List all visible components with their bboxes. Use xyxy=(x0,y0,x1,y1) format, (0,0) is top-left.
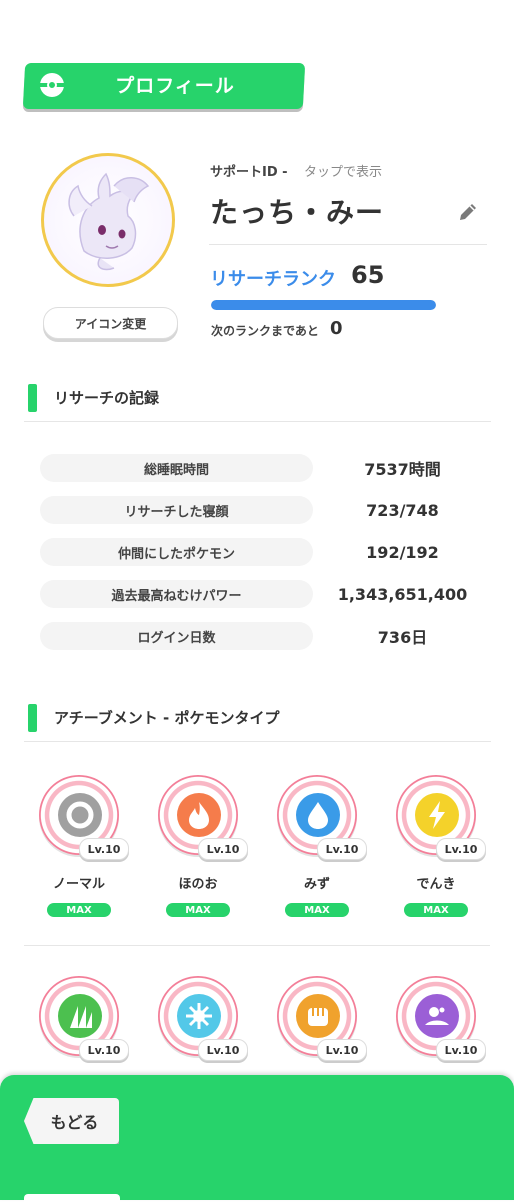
section-divider xyxy=(24,421,491,422)
grass-type-icon xyxy=(58,994,102,1038)
fighting-type-icon xyxy=(296,994,340,1038)
stat-label: リサーチした寝顔 xyxy=(40,496,313,524)
water-type-icon xyxy=(296,793,340,837)
rank-progress-bar xyxy=(211,300,436,310)
stat-row-total-sleep: 総睡眠時間 7537時間 xyxy=(40,454,480,482)
achievement-level: Lv.10 xyxy=(317,838,367,860)
achievement-name: ノーマル xyxy=(52,877,105,892)
stat-label: 過去最高ねむけパワー xyxy=(40,580,313,608)
back-button[interactable]: もどる xyxy=(24,1098,119,1144)
achievement-fire[interactable]: Lv.10 ほのお MAX xyxy=(155,775,248,935)
stat-value: 192/192 xyxy=(366,542,439,562)
achievement-normal[interactable]: Lv.10 ノーマル MAX xyxy=(36,775,129,935)
bottom-peek-element xyxy=(24,1194,120,1202)
stat-label: 総睡眠時間 xyxy=(40,454,313,482)
achievement-level: Lv.10 xyxy=(317,1039,367,1061)
max-badge: MAX xyxy=(47,903,111,917)
max-badge: MAX xyxy=(285,903,349,917)
rank-progress-fill xyxy=(211,300,436,310)
achievement-level: Lv.10 xyxy=(79,838,129,860)
stat-value: 723/748 xyxy=(366,500,439,520)
fire-type-icon xyxy=(177,793,221,837)
achievement-level: Lv.10 xyxy=(436,838,486,860)
stat-value: 1,343,651,400 xyxy=(337,584,468,604)
stat-row-login-days: ログイン日数 736日 xyxy=(40,622,480,650)
achievement-level: Lv.10 xyxy=(198,838,248,860)
pencil-edit-icon[interactable] xyxy=(456,200,480,224)
avatar[interactable] xyxy=(41,153,175,287)
research-rank-value: 65 xyxy=(351,261,385,289)
section-divider xyxy=(24,741,491,742)
stat-value: 736日 xyxy=(377,628,428,647)
normal-type-icon xyxy=(58,793,102,837)
ice-type-icon xyxy=(177,994,221,1038)
divider xyxy=(209,244,487,245)
achievement-row-divider xyxy=(24,945,490,946)
achievement-name: でんき xyxy=(416,877,456,892)
max-badge: MAX xyxy=(166,903,230,917)
records-section-title: リサーチの記録 xyxy=(28,384,159,412)
achievement-water[interactable]: Lv.10 みず MAX xyxy=(274,775,367,935)
stat-label: 仲間にしたポケモン xyxy=(40,538,313,566)
achievement-level: Lv.10 xyxy=(198,1039,248,1061)
achievement-level: Lv.10 xyxy=(79,1039,129,1061)
electric-type-icon xyxy=(415,793,459,837)
achievement-name: みず xyxy=(303,877,330,892)
stat-row-best-drowsy-power: 過去最高ねむけパワー 1,343,651,400 xyxy=(40,580,480,608)
poison-type-icon xyxy=(415,994,459,1038)
next-rank-value: 0 xyxy=(330,318,343,339)
next-rank-label: 次のランクまであと xyxy=(211,324,319,338)
research-rank-label: リサーチランク xyxy=(210,269,336,290)
pokeball-icon xyxy=(40,73,64,97)
max-badge: MAX xyxy=(404,903,468,917)
achievement-electric[interactable]: Lv.10 でんき MAX xyxy=(393,775,486,935)
achievements-section-title: アチーブメント - ポケモンタイプ xyxy=(28,704,279,732)
stat-label: ログイン日数 xyxy=(40,622,313,650)
player-name: たっち・みー xyxy=(210,196,385,229)
icon-change-button[interactable]: アイコン変更 xyxy=(43,307,178,339)
stat-value: 7537時間 xyxy=(364,460,441,479)
achievement-level: Lv.10 xyxy=(436,1039,486,1061)
page-title: プロフィール xyxy=(115,75,235,97)
support-id-label: サポートID - xyxy=(210,165,288,180)
ninetales-avatar-illustration xyxy=(68,172,150,271)
stat-row-pokemon-befriended: 仲間にしたポケモン 192/192 xyxy=(40,538,480,566)
support-id-tap-to-show[interactable]: タップで表示 xyxy=(304,161,382,180)
stat-row-sleep-styles: リサーチした寝顔 723/748 xyxy=(40,496,480,524)
achievement-name: ほのお xyxy=(178,877,218,892)
